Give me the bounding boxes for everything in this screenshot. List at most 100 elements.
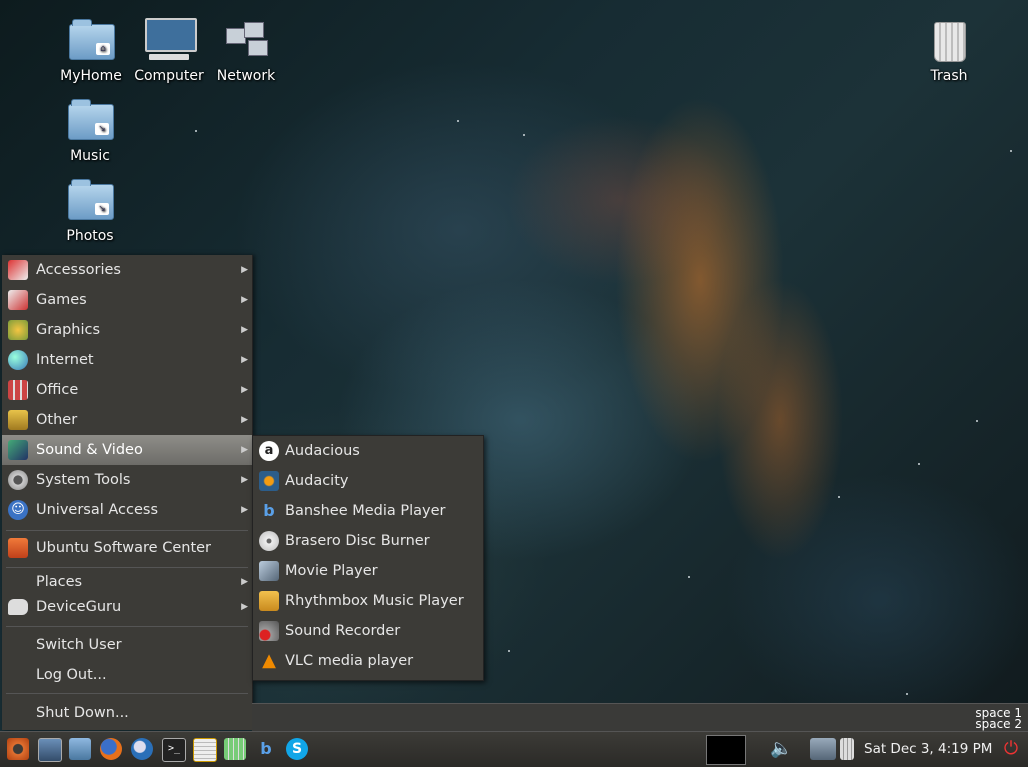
menu-item-label: Universal Access	[36, 502, 159, 518]
submenu-item-audacity[interactable]: Audacity	[253, 466, 483, 496]
audacious-icon: a	[259, 441, 279, 461]
menu-separator	[6, 693, 248, 694]
submenu-item-label: Brasero Disc Burner	[285, 533, 430, 549]
submenu-item-sound-recorder[interactable]: Sound Recorder	[253, 616, 483, 646]
menu-item-label: Games	[36, 292, 87, 308]
desktop-icon-music[interactable]: ↘ Music	[50, 98, 130, 164]
submenu-item-label: Banshee Media Player	[285, 503, 446, 519]
cpu-monitor-graph[interactable]	[706, 735, 746, 765]
menu-item-label: Other	[36, 412, 78, 428]
desktop-icon-label: Photos	[66, 228, 114, 244]
menu-item-sound-video[interactable]: Sound & Video ▶	[2, 435, 252, 465]
desktop-icon-network[interactable]: Network	[206, 18, 286, 84]
microphone-icon	[259, 621, 279, 641]
desktop-icon-label: Computer	[134, 68, 204, 84]
vlc-cone-icon: ▲	[262, 650, 276, 671]
shopping-bag-icon	[8, 538, 28, 558]
menu-item-label: Graphics	[36, 322, 101, 338]
menu-item-software-center[interactable]: Ubuntu Software Center	[2, 533, 252, 563]
menu-item-label: Office	[36, 382, 79, 398]
menu-item-other[interactable]: Other ▶	[2, 405, 252, 435]
desktop-icon-label: Trash	[930, 68, 968, 84]
network-manager-icon[interactable]	[810, 738, 836, 760]
submenu-arrow-icon: ▶	[241, 505, 248, 515]
text-editor-icon[interactable]	[193, 738, 217, 762]
office-icon	[8, 380, 28, 400]
main-menu-icon[interactable]	[7, 738, 29, 760]
submenu-item-label: Sound Recorder	[285, 623, 401, 639]
sound-video-icon	[8, 440, 28, 460]
menu-item-system-tools[interactable]: System Tools ▶	[2, 465, 252, 495]
star	[906, 693, 908, 695]
star	[838, 496, 840, 498]
movie-player-icon	[259, 561, 279, 581]
desktop-icon-trash[interactable]: Trash	[909, 18, 989, 84]
file-manager-icon[interactable]	[69, 738, 91, 760]
menu-item-internet[interactable]: Internet ▶	[2, 345, 252, 375]
desktop-icon-myhome[interactable]: ⌂ MyHome	[51, 18, 131, 84]
menu-item-office[interactable]: Office ▶	[2, 375, 252, 405]
menu-item-label: DeviceGuru	[36, 599, 122, 615]
submenu-item-label: Movie Player	[285, 563, 378, 579]
trash-applet-icon[interactable]	[840, 738, 854, 760]
globe-icon	[8, 350, 28, 370]
submenu-item-brasero[interactable]: Brasero Disc Burner	[253, 526, 483, 556]
power-icon[interactable]: ⏻	[1000, 738, 1022, 760]
star	[508, 650, 510, 652]
bottom-panel: >_ b S 🔈 Sat Dec 3, 4:19 PM ⏻	[0, 731, 1028, 767]
volume-icon[interactable]: 🔈	[770, 738, 792, 760]
folder-link-icon: ↘	[68, 179, 114, 220]
submenu-arrow-icon: ▶	[241, 415, 248, 425]
sound-video-submenu: a Audacious Audacity b Banshee Media Pla…	[252, 435, 484, 681]
menu-separator	[6, 626, 248, 627]
submenu-item-label: Audacity	[285, 473, 349, 489]
menu-item-accessories[interactable]: Accessories ▶	[2, 255, 252, 285]
desktop-icon-computer[interactable]: Computer	[129, 18, 209, 84]
menu-item-shut-down[interactable]: Shut Down...	[2, 698, 252, 728]
menu-item-universal-access[interactable]: ☺ Universal Access ▶	[2, 495, 252, 525]
menu-item-games[interactable]: Games ▶	[2, 285, 252, 315]
calculator-icon[interactable]	[224, 738, 246, 760]
menu-item-label: Log Out...	[36, 667, 107, 683]
submenu-item-rhythmbox[interactable]: Rhythmbox Music Player	[253, 586, 483, 616]
disc-icon	[259, 531, 279, 551]
home-folder-icon: ⌂	[69, 19, 115, 60]
audacity-icon	[259, 471, 279, 491]
games-icon	[8, 290, 28, 310]
menu-item-label: Accessories	[36, 262, 121, 278]
submenu-item-vlc[interactable]: ▲ VLC media player	[253, 646, 483, 676]
desktop-icon-label: MyHome	[60, 68, 122, 84]
menu-item-log-out[interactable]: Log Out...	[2, 660, 252, 690]
desktop-icon-photos[interactable]: ↘ Photos	[50, 178, 130, 244]
other-icon	[8, 410, 28, 430]
submenu-item-banshee[interactable]: b Banshee Media Player	[253, 496, 483, 526]
thunderbird-icon[interactable]	[131, 738, 153, 760]
menu-item-label: Switch User	[36, 637, 122, 653]
star	[457, 120, 459, 122]
submenu-arrow-icon: ▶	[241, 602, 248, 612]
submenu-arrow-icon: ▶	[241, 385, 248, 395]
gear-icon	[8, 470, 28, 490]
network-icon	[222, 18, 270, 62]
terminal-icon[interactable]: >_	[162, 738, 186, 762]
workspace-2[interactable]: space 2	[975, 718, 1022, 730]
submenu-item-label: Rhythmbox Music Player	[285, 593, 464, 609]
firefox-icon[interactable]	[100, 738, 122, 760]
clock[interactable]: Sat Dec 3, 4:19 PM	[864, 732, 992, 767]
menu-item-label: Internet	[36, 352, 94, 368]
submenu-item-audacious[interactable]: a Audacious	[253, 436, 483, 466]
submenu-arrow-icon: ▶	[241, 355, 248, 365]
star	[523, 134, 525, 136]
skype-icon[interactable]: S	[286, 738, 308, 760]
submenu-item-movie-player[interactable]: Movie Player	[253, 556, 483, 586]
menu-item-label: Sound & Video	[36, 442, 143, 458]
show-desktop-icon[interactable]	[38, 738, 62, 762]
banshee-icon[interactable]: b	[255, 738, 277, 760]
workspace-pager: space 1 space 2	[252, 703, 1028, 731]
menu-item-switch-user[interactable]: Switch User	[2, 630, 252, 660]
speech-bubble-icon	[8, 599, 28, 615]
submenu-item-label: VLC media player	[285, 653, 414, 669]
desktop-icon-label: Network	[216, 68, 276, 84]
menu-item-deviceguru[interactable]: DeviceGuru ▶	[2, 592, 252, 622]
menu-item-graphics[interactable]: Graphics ▶	[2, 315, 252, 345]
